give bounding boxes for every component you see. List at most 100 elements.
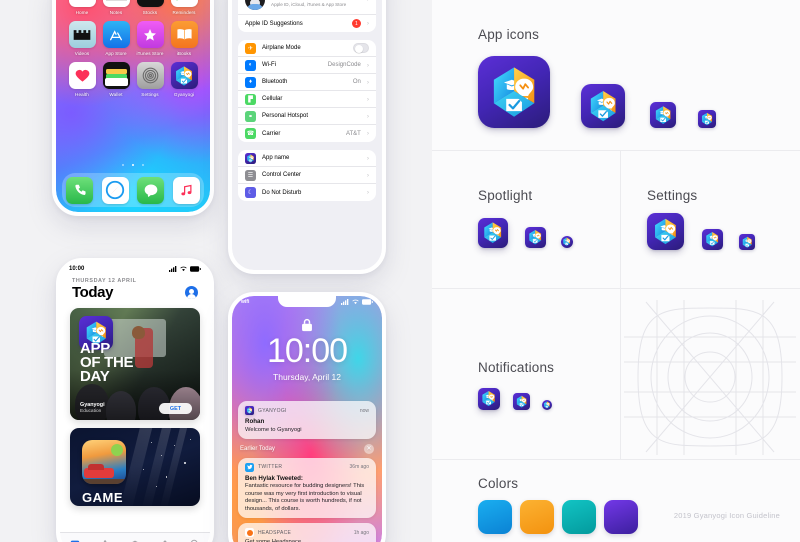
gyanyogi-app-icon-120[interactable] [581, 84, 625, 128]
headline-line: DAY [80, 368, 110, 385]
home-app-health[interactable]: Health [65, 62, 99, 97]
gyanyogi-app-icon-180[interactable] [478, 56, 550, 128]
videos-app-icon[interactable] [68, 21, 96, 48]
home-app-notes[interactable]: Notes [99, 0, 133, 15]
safari-app-icon[interactable] [101, 176, 129, 204]
messages-app-icon[interactable] [137, 176, 165, 204]
row-label: Bluetooth [262, 79, 288, 85]
game-app-icon[interactable] [82, 440, 126, 484]
settings-row-cellular[interactable]: ▛ Cellular › [238, 91, 376, 108]
page-dot-active[interactable] [131, 163, 135, 166]
row-label: Apple ID Suggestions [245, 20, 303, 27]
gyanyogi-spotlight-icon-80[interactable] [478, 218, 508, 248]
settings-row-do-not-disturb[interactable]: ☾ Do Not Disturb › [238, 184, 376, 201]
settings-row-personal-hotspot[interactable]: ⚭ Personal Hotspot › [238, 108, 376, 125]
gyanyogi-settings-icon-58[interactable] [702, 229, 723, 250]
gyanyogi-settings-icon-87[interactable] [647, 213, 684, 250]
home-app-itunes[interactable]: iTunes Store [133, 21, 167, 56]
wallet-app-icon[interactable] [102, 62, 130, 89]
color-swatch-teal[interactable] [562, 500, 596, 534]
settings-row-app-name[interactable]: App name › [238, 150, 376, 167]
color-swatch-purple[interactable] [604, 500, 638, 534]
card-app-name: Gyanyogi [80, 402, 105, 408]
tab-search[interactable] [190, 539, 200, 542]
phone-app-icon[interactable] [66, 176, 94, 204]
notes-app-icon[interactable] [102, 0, 130, 7]
gyanyogi-spotlight-icon-58[interactable] [525, 227, 546, 248]
home-dock [62, 173, 204, 207]
settings-row-carrier[interactable]: ☎ Carrier AT&T › [238, 125, 376, 142]
gyanyogi-app-icon-80[interactable] [650, 102, 676, 128]
itunes-store-icon[interactable] [136, 21, 164, 48]
home-app-settings[interactable]: Settings [133, 62, 167, 97]
home-app-videos[interactable]: Videos [65, 21, 99, 56]
airplane-mode-toggle[interactable] [353, 43, 369, 53]
home-app-reminders[interactable]: Reminders [167, 0, 201, 15]
headspace-icon [245, 528, 254, 538]
home-app-wallet[interactable]: Wallet [99, 62, 133, 97]
notification-headspace[interactable]: HEADSPACE 1h ago Get some Headspace [238, 523, 376, 542]
settings-row-bluetooth[interactable]: ♦ Bluetooth On › [238, 74, 376, 91]
status-badge: 1 [351, 19, 361, 28]
home-app-home[interactable]: Home [65, 0, 99, 15]
gyanyogi-app-icon-58[interactable] [698, 110, 716, 128]
reminders-app-icon[interactable] [170, 0, 198, 7]
home-app-appstore[interactable]: App Store [99, 21, 133, 56]
settings-list: Search Rohan Apple ID, iCloud, iTunes & … [232, 0, 382, 270]
settings-screen: Search Rohan Apple ID, iCloud, iTunes & … [232, 0, 382, 270]
home-app-icon[interactable] [68, 0, 96, 7]
settings-row-control-center[interactable]: ☰ Control Center › [238, 167, 376, 184]
notification-header: HEADSPACE 1h ago [245, 528, 369, 538]
notification-twitter[interactable]: TWITTER 36m ago Ben Hylak Tweeted: Fanta… [238, 457, 376, 519]
signal-icon [341, 299, 349, 305]
ibooks-app-icon[interactable] [170, 21, 198, 48]
tab-today[interactable] [70, 539, 80, 542]
notification-body: Welcome to Gyanyogi [245, 426, 302, 433]
earlier-today-header: Earlier Today ✕ [232, 443, 382, 458]
status-indicators [169, 266, 201, 272]
home-app-ibooks[interactable]: iBooks [167, 21, 201, 56]
poster-footnote: 2019 Gyanyogi Icon Guideline [673, 511, 780, 520]
settings-row-wifi[interactable]: ◐ Wi-Fi DesignCode › [238, 57, 376, 74]
chevron-right-icon: › [366, 78, 369, 86]
settings-account-group: Rohan Apple ID, iCloud, iTunes & App Sto… [238, 0, 376, 32]
page-dots [56, 153, 210, 171]
avatar[interactable] [185, 286, 198, 299]
tab-apps[interactable] [130, 539, 140, 542]
page-dot[interactable] [141, 163, 145, 166]
settings-app-icon[interactable] [136, 62, 164, 89]
page-dot[interactable] [121, 163, 125, 166]
gyanyogi-settings-icon-44[interactable] [739, 234, 755, 250]
stocks-app-icon[interactable] [136, 0, 164, 7]
tab-games[interactable] [100, 539, 110, 542]
settings-row-apple-id-suggestions[interactable]: Apple ID Suggestions 1 › [238, 15, 376, 32]
chevron-right-icon: › [366, 154, 369, 162]
color-swatch-orange[interactable] [520, 500, 554, 534]
app-store-icon[interactable] [102, 21, 130, 48]
earlier-label: Earlier Today [240, 445, 275, 452]
notification-gyanyogi[interactable]: GYANYOGI now Rohan Welcome to Gyanyogi [238, 401, 376, 439]
wifi-icon [180, 266, 187, 272]
gyanyogi-notification-icon-58[interactable] [478, 388, 500, 410]
second-card[interactable]: GAME [70, 428, 200, 506]
health-app-icon[interactable] [68, 62, 96, 89]
settings-row-account[interactable]: Rohan Apple ID, iCloud, iTunes & App Sto… [238, 0, 376, 15]
gyanyogi-app-icon[interactable] [170, 62, 198, 89]
gyanyogi-notification-icon-44[interactable] [513, 393, 530, 410]
home-app-gyanyogi[interactable]: Gyanyogi [167, 62, 201, 97]
battery-icon [362, 299, 373, 305]
color-swatch-blue[interactable] [478, 500, 512, 534]
icon-grid-template [624, 300, 796, 460]
featured-card[interactable]: APP OF THE DAY Gyanyogi Education GET [70, 308, 200, 420]
chevron-right-icon: › [367, 0, 369, 3]
notification-header: TWITTER 36m ago [245, 462, 369, 472]
music-app-icon[interactable] [172, 176, 200, 204]
settings-row-airplane-mode[interactable]: ✈ Airplane Mode [238, 40, 376, 57]
gyanyogi-spotlight-icon-40[interactable] [561, 236, 573, 248]
close-icon[interactable]: ✕ [364, 443, 374, 454]
tab-updates[interactable] [160, 539, 170, 542]
gyanyogi-notification-icon-33[interactable] [542, 400, 552, 410]
home-app-stocks[interactable]: Stocks [133, 0, 167, 15]
get-button[interactable]: GET [158, 403, 192, 414]
row-label: Cellular [262, 96, 283, 102]
